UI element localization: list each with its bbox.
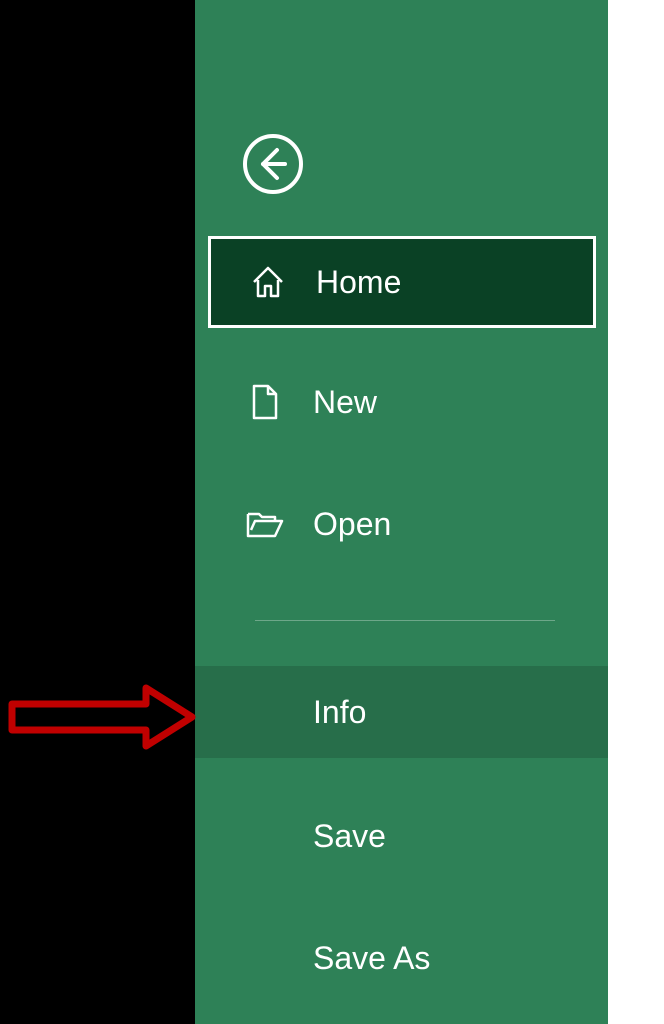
- white-content-region: [608, 0, 664, 1024]
- menu-item-label: Info: [313, 694, 366, 731]
- menu-item-open[interactable]: Open: [208, 478, 596, 570]
- menu-item-new[interactable]: New: [208, 356, 596, 448]
- menu-item-save[interactable]: Save: [208, 790, 596, 882]
- file-icon: [245, 382, 285, 422]
- menu-item-label: Save As: [313, 940, 430, 977]
- menu-item-label: Open: [313, 506, 391, 543]
- menu-item-info[interactable]: Info: [195, 666, 608, 758]
- menu-item-home[interactable]: Home: [208, 236, 596, 328]
- menu-item-label: Home: [316, 264, 401, 301]
- menu-divider: [255, 620, 555, 621]
- home-icon: [248, 262, 288, 302]
- back-arrow-icon: [241, 183, 305, 200]
- menu-item-save-as[interactable]: Save As: [208, 912, 596, 1004]
- black-background-region: [0, 0, 195, 1024]
- back-button[interactable]: [241, 132, 305, 196]
- menu-item-label: New: [313, 384, 377, 421]
- file-menu-sidebar: Home New Open Info Save Save As: [195, 0, 608, 1024]
- menu-item-label: Save: [313, 818, 386, 855]
- folder-icon: [245, 504, 285, 544]
